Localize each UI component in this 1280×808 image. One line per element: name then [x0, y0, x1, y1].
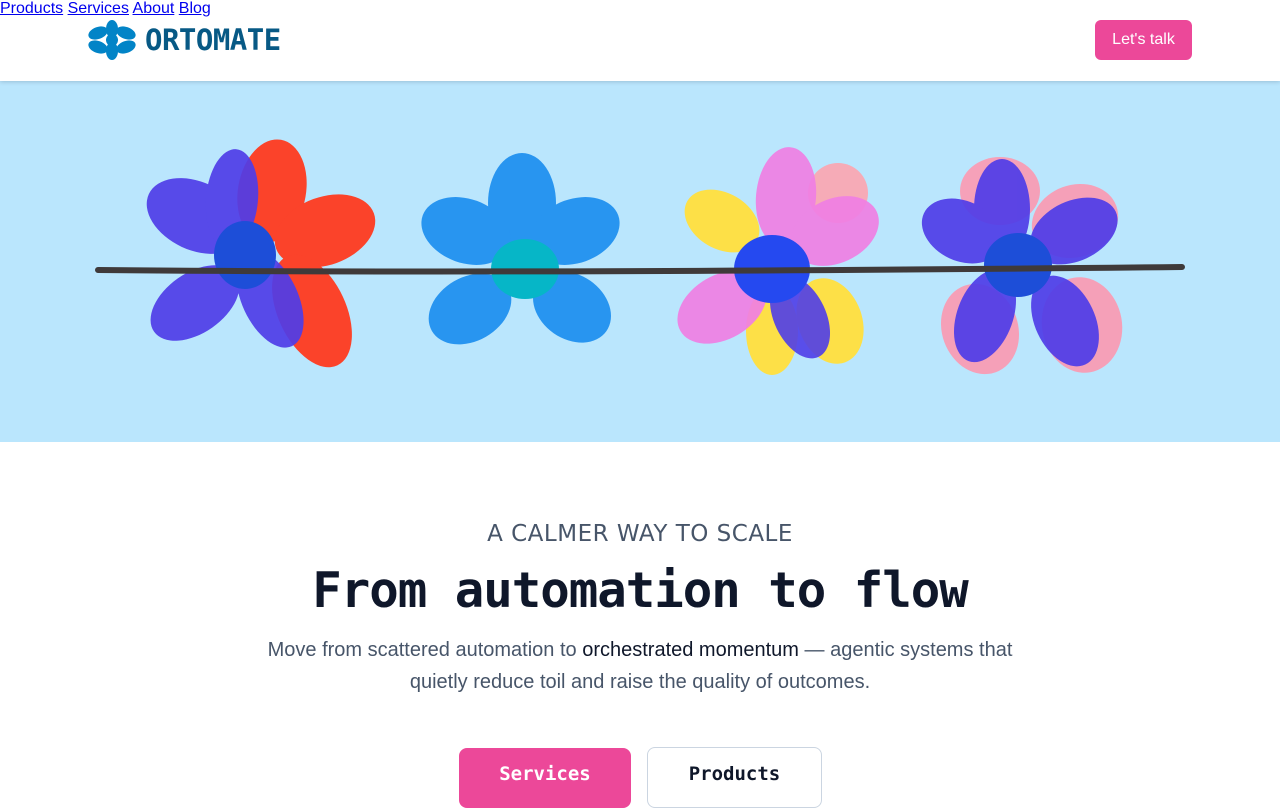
logo-link[interactable]: ORTOMATE	[87, 18, 281, 62]
logo-text: ORTOMATE	[145, 23, 281, 57]
nav-services[interactable]: Services	[68, 0, 129, 17]
main-nav: Products Services About Blog	[0, 0, 1280, 18]
page-title: From automation to flow	[312, 562, 969, 619]
flower-yellow-pink	[677, 147, 879, 375]
subtext-part1: Move from scattered automation to	[267, 639, 583, 661]
products-button[interactable]: Products	[647, 747, 822, 808]
hero-banner	[0, 81, 1280, 442]
services-button[interactable]: Services	[459, 748, 631, 808]
subtext-emphasis: orchestrated momentum	[582, 639, 799, 661]
flower-red-purple	[146, 139, 376, 368]
hero-subtext: Move from scattered automation to orches…	[250, 634, 1030, 698]
nav-products[interactable]: Products	[0, 0, 63, 17]
eyebrow-text: A CALMER WAY TO SCALE	[487, 521, 793, 547]
flowers-illustration	[95, 139, 1185, 375]
nav-blog[interactable]: Blog	[179, 0, 211, 17]
flower-blue	[421, 153, 620, 345]
site-header: ORTOMATE Products Services About Blog Le…	[0, 0, 1280, 81]
nav-about[interactable]: About	[133, 0, 175, 17]
lets-talk-button[interactable]: Let's talk	[1095, 20, 1192, 60]
flower-logo-icon	[88, 20, 136, 60]
